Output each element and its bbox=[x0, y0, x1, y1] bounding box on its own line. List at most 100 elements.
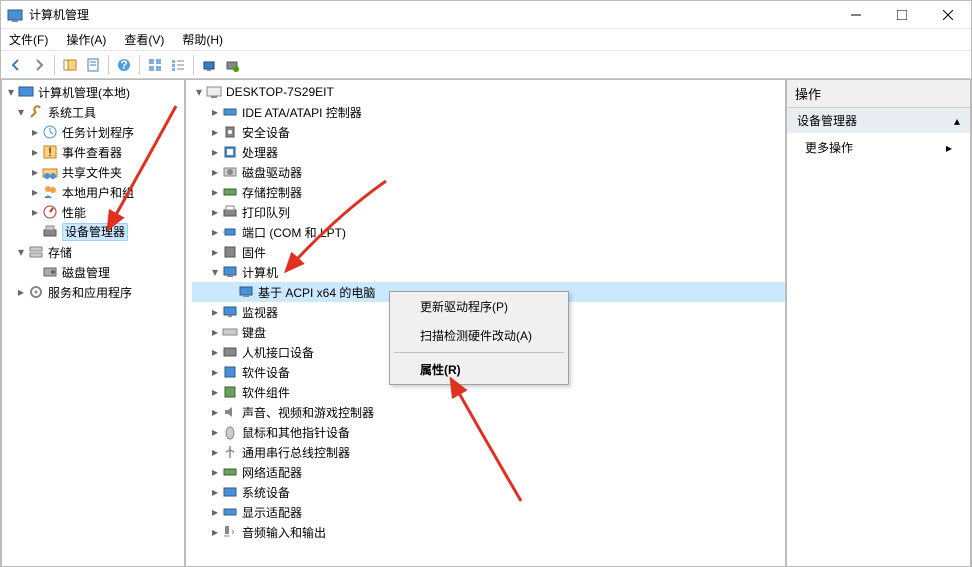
computer-icon bbox=[206, 84, 222, 100]
tree-node-shared-folders[interactable]: ▸ 共享文件夹 bbox=[4, 162, 184, 182]
chevron-right-icon[interactable]: ▸ bbox=[208, 185, 222, 199]
disk-icon bbox=[42, 264, 58, 280]
device-properties-button[interactable] bbox=[221, 54, 243, 76]
device-node-print-queue[interactable]: ▸打印队列 bbox=[192, 202, 785, 222]
security-icon bbox=[222, 124, 238, 140]
hid-icon bbox=[222, 344, 238, 360]
users-icon bbox=[42, 184, 58, 200]
tree-node-device-manager[interactable]: 设备管理器 bbox=[4, 222, 184, 242]
chevron-right-icon[interactable]: ▸ bbox=[208, 445, 222, 459]
tree-label: 服务和应用程序 bbox=[48, 284, 132, 301]
chevron-right-icon[interactable]: ▸ bbox=[208, 245, 222, 259]
chevron-down-icon[interactable]: ▾ bbox=[208, 265, 222, 279]
device-node-firmware[interactable]: ▸ 固件 bbox=[192, 242, 785, 262]
chevron-right-icon[interactable]: ▸ bbox=[208, 125, 222, 139]
tree-node-disk-management[interactable]: 磁盘管理 bbox=[4, 262, 184, 282]
device-node-computer[interactable]: ▾计算机 bbox=[192, 262, 785, 282]
chevron-down-icon[interactable]: ▾ bbox=[14, 245, 28, 259]
device-node-audio-io[interactable]: ▸音频输入和输出 bbox=[192, 522, 785, 542]
chevron-right-icon[interactable]: ▸ bbox=[28, 145, 42, 159]
chevron-right-icon[interactable]: ▸ bbox=[28, 125, 42, 139]
device-node-disk-drives[interactable]: ▸ 磁盘驱动器 bbox=[192, 162, 785, 182]
actions-section[interactable]: 设备管理器 ▴ bbox=[787, 108, 970, 133]
device-node-security[interactable]: ▸安全设备 bbox=[192, 122, 785, 142]
scan-hardware-button[interactable] bbox=[198, 54, 220, 76]
minimize-button[interactable] bbox=[833, 1, 879, 29]
show-hide-tree-button[interactable] bbox=[59, 54, 81, 76]
chevron-right-icon[interactable]: ▸ bbox=[208, 225, 222, 239]
device-node-cpu[interactable]: ▸ 处理器 bbox=[192, 142, 785, 162]
chevron-right-icon[interactable]: ▸ bbox=[28, 185, 42, 199]
chevron-right-icon[interactable]: ▸ bbox=[208, 325, 222, 339]
chevron-right-icon[interactable]: ▸ bbox=[208, 145, 222, 159]
toolbar: ? bbox=[1, 51, 971, 79]
tree-node-root[interactable]: ▾ 计算机管理(本地) bbox=[4, 82, 184, 102]
chevron-right-icon[interactable]: ▸ bbox=[208, 385, 222, 399]
tree-node-storage[interactable]: ▾ 存储 bbox=[4, 242, 184, 262]
maximize-button[interactable] bbox=[879, 1, 925, 29]
chevron-right-icon[interactable]: ▸ bbox=[14, 285, 28, 299]
chevron-right-icon[interactable]: ▸ bbox=[208, 465, 222, 479]
menu-help[interactable]: 帮助(H) bbox=[178, 29, 227, 50]
context-menu-properties[interactable]: 属性(R) bbox=[390, 355, 568, 384]
tree-node-performance[interactable]: ▸ 性能 bbox=[4, 202, 184, 222]
actions-more[interactable]: 更多操作 ▸ bbox=[787, 133, 970, 162]
services-icon bbox=[28, 284, 44, 300]
console-tree[interactable]: ▾ 计算机管理(本地) ▾ 系统工具 ▸ 任务计划程序 ▸ ! 事件查看器 ▸ bbox=[2, 80, 184, 304]
device-node-ide[interactable]: ▸IDE ATA/ATAPI 控制器 bbox=[192, 102, 785, 122]
chevron-right-icon[interactable]: ▸ bbox=[208, 405, 222, 419]
menu-action[interactable]: 操作(A) bbox=[62, 29, 110, 50]
computer-management-icon bbox=[18, 84, 34, 100]
close-button[interactable] bbox=[925, 1, 971, 29]
tree-node-task-scheduler[interactable]: ▸ 任务计划程序 bbox=[4, 122, 184, 142]
chevron-right-icon[interactable]: ▸ bbox=[208, 365, 222, 379]
chevron-right-icon[interactable]: ▸ bbox=[208, 345, 222, 359]
tree-label: 处理器 bbox=[242, 144, 278, 161]
tree-node-local-users[interactable]: ▸ 本地用户和组 bbox=[4, 182, 184, 202]
tile-button[interactable] bbox=[144, 54, 166, 76]
device-node-usb[interactable]: ▸通用串行总线控制器 bbox=[192, 442, 785, 462]
chevron-right-icon[interactable]: ▸ bbox=[208, 425, 222, 439]
device-node-software-comp[interactable]: ▸软件组件 bbox=[192, 382, 785, 402]
menu-view[interactable]: 查看(V) bbox=[120, 29, 168, 50]
chevron-right-icon[interactable]: ▸ bbox=[208, 165, 222, 179]
chevron-right-icon[interactable]: ▸ bbox=[208, 105, 222, 119]
device-node-system-dev[interactable]: ▸系统设备 bbox=[192, 482, 785, 502]
device-node-sound[interactable]: ▸声音、视频和游戏控制器 bbox=[192, 402, 785, 422]
chevron-right-icon[interactable]: ▸ bbox=[208, 485, 222, 499]
device-manager-icon bbox=[42, 224, 58, 240]
chevron-down-icon[interactable]: ▾ bbox=[192, 85, 206, 99]
device-node-display[interactable]: ▸显示适配器 bbox=[192, 502, 785, 522]
help-button[interactable]: ? bbox=[113, 54, 135, 76]
chevron-right-icon[interactable]: ▸ bbox=[208, 505, 222, 519]
back-button[interactable] bbox=[5, 54, 27, 76]
tree-label: 事件查看器 bbox=[62, 144, 122, 161]
collapse-icon[interactable]: ▴ bbox=[954, 114, 960, 128]
chevron-right-icon[interactable]: ▸ bbox=[208, 525, 222, 539]
tree-node-system-tools[interactable]: ▾ 系统工具 bbox=[4, 102, 184, 122]
list-button[interactable] bbox=[167, 54, 189, 76]
tree-label: 共享文件夹 bbox=[62, 164, 122, 181]
chevron-right-icon[interactable]: ▸ bbox=[28, 205, 42, 219]
tree-label: 鼠标和其他指针设备 bbox=[242, 424, 350, 441]
context-menu-scan-hardware[interactable]: 扫描检测硬件改动(A) bbox=[390, 321, 568, 350]
forward-button[interactable] bbox=[28, 54, 50, 76]
device-node-ports[interactable]: ▸端口 (COM 和 LPT) bbox=[192, 222, 785, 242]
tree-node-event-viewer[interactable]: ▸ ! 事件查看器 bbox=[4, 142, 184, 162]
context-menu-update-driver[interactable]: 更新驱动程序(P) bbox=[390, 292, 568, 321]
device-node-storage-ctrl[interactable]: ▸存储控制器 bbox=[192, 182, 785, 202]
tree-label: 磁盘驱动器 bbox=[242, 164, 302, 181]
menu-file[interactable]: 文件(F) bbox=[5, 29, 52, 50]
device-node-root[interactable]: ▾ DESKTOP-7S29EIT bbox=[192, 82, 785, 102]
chevron-right-icon[interactable]: ▸ bbox=[28, 165, 42, 179]
device-node-network[interactable]: ▸网络适配器 bbox=[192, 462, 785, 482]
tree-label: 键盘 bbox=[242, 324, 266, 341]
properties-button[interactable] bbox=[82, 54, 104, 76]
chevron-right-icon[interactable]: ▸ bbox=[208, 305, 222, 319]
chevron-down-icon[interactable]: ▾ bbox=[4, 85, 18, 99]
tree-node-services-apps[interactable]: ▸ 服务和应用程序 bbox=[4, 282, 184, 302]
tree-label: 固件 bbox=[242, 244, 266, 261]
device-node-mouse[interactable]: ▸ 鼠标和其他指针设备 bbox=[192, 422, 785, 442]
chevron-down-icon[interactable]: ▾ bbox=[14, 105, 28, 119]
chevron-right-icon[interactable]: ▸ bbox=[208, 205, 222, 219]
